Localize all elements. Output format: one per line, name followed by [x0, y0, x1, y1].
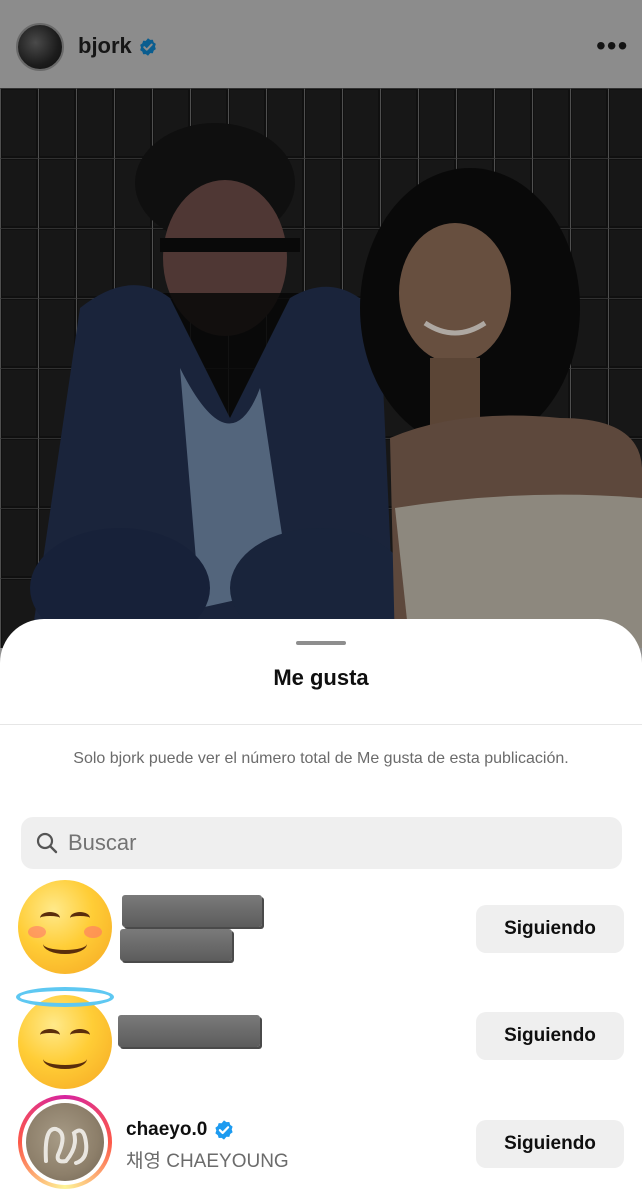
emoji-mouth — [43, 934, 87, 954]
emoji-eye — [70, 1029, 90, 1041]
post-header: bjork ••• — [0, 0, 642, 88]
following-button[interactable]: Siguiendo — [476, 905, 624, 953]
search-bar[interactable] — [21, 817, 622, 869]
sheet-grabber-handle[interactable] — [296, 641, 346, 645]
smiling-face-emoji-icon[interactable] — [18, 880, 112, 974]
username-text[interactable]: chaeyo.0 — [126, 1119, 207, 1140]
redacted-full-name — [120, 929, 232, 961]
sheet-title: Me gusta — [273, 665, 369, 690]
likes-privacy-notice: Solo bjork puede ver el número total de … — [73, 750, 569, 767]
avatar-photo-icon — [43, 1126, 89, 1165]
emoji-eye — [40, 1029, 60, 1041]
liker-row[interactable]: Siguiendo — [0, 987, 642, 1095]
post-author-avatar[interactable] — [16, 23, 64, 71]
verified-badge-icon — [214, 1120, 233, 1140]
following-button[interactable]: Siguiendo — [476, 1120, 624, 1168]
post-photo-illustration — [0, 88, 642, 648]
redacted-username — [118, 1015, 260, 1047]
halo-face-emoji-icon[interactable] — [16, 987, 114, 1089]
emoji-eye — [70, 912, 90, 924]
post-author-name[interactable]: bjork — [78, 33, 132, 58]
liker-username[interactable]: chaeyo.0 — [126, 1119, 235, 1141]
avatar-border — [22, 1099, 108, 1185]
redacted-username — [122, 895, 262, 927]
search-icon — [36, 832, 58, 854]
avatar — [26, 1103, 104, 1181]
story-ring-avatar[interactable] — [18, 1095, 112, 1189]
search-input[interactable] — [68, 817, 608, 869]
liker-full-name: 채영 CHAEYOUNG — [126, 1151, 289, 1172]
halo-icon — [16, 987, 114, 1007]
following-button[interactable]: Siguiendo — [476, 1012, 624, 1060]
liker-row[interactable]: Siguiendo — [0, 880, 642, 980]
more-options-icon[interactable]: ••• — [596, 32, 628, 60]
post-photo[interactable] — [0, 88, 642, 648]
verified-badge-icon — [140, 38, 156, 56]
emoji-mouth — [43, 1049, 87, 1069]
emoji-eye — [40, 912, 60, 924]
divider — [0, 724, 642, 725]
post-author-username[interactable]: bjork — [78, 33, 158, 59]
